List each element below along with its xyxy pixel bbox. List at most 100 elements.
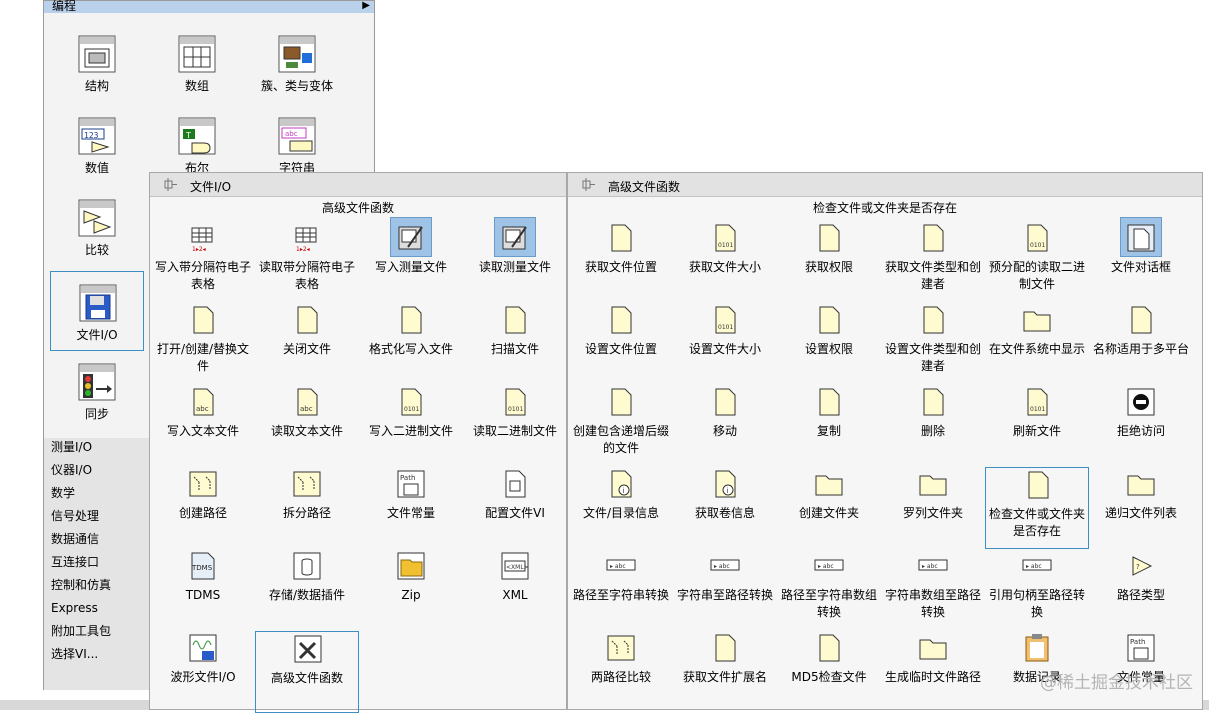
function-item[interactable]: 递归文件列表 — [1089, 467, 1193, 549]
function-item[interactable]: 删除 — [881, 385, 985, 467]
function-item[interactable]: 罗列文件夹 — [881, 467, 985, 549]
function-item[interactable]: 关闭文件 — [255, 303, 359, 385]
function-item[interactable]: 生成临时文件路径 — [881, 631, 985, 713]
function-item[interactable]: 获取文件类型和创建者 — [881, 221, 985, 303]
function-label: 字符串至路径转换 — [676, 588, 773, 602]
function-item[interactable]: TDMS TDMS — [151, 549, 255, 631]
function-item[interactable]: 高级文件函数 — [255, 631, 359, 713]
function-item[interactable]: 1▸2◂ 读取带分隔符电子表格 — [255, 221, 359, 303]
function-item[interactable]: 0101 读取二进制文件 — [463, 385, 567, 467]
function-item[interactable]: 0101 写入二进制文件 — [359, 385, 463, 467]
svg-text:abc: abc — [300, 405, 313, 413]
function-item[interactable]: ▸ abc 引用句柄至路径转换 — [985, 549, 1089, 631]
function-item[interactable]: Zip — [359, 549, 463, 631]
function-item[interactable]: 1▸2◂ 写入带分隔符电子表格 — [151, 221, 255, 303]
function-label: 获取文件大小 — [688, 260, 761, 274]
function-item[interactable]: 0101 刷新文件 — [985, 385, 1089, 467]
function-item[interactable]: 扫描文件 — [463, 303, 567, 385]
palette-item-cluster[interactable]: 簇、类与变体 — [250, 23, 344, 103]
function-item[interactable]: i 文件/目录信息 — [569, 467, 673, 549]
function-item[interactable]: 检查文件或文件夹是否存在 — [985, 467, 1089, 549]
file-io-palette-header[interactable]: 文件I/O — [150, 173, 566, 197]
function-item[interactable]: 设置权限 — [777, 303, 881, 385]
function-icon — [293, 552, 321, 580]
function-item[interactable]: 0101 设置文件大小 — [673, 303, 777, 385]
palette-item-structure[interactable]: 结构 — [50, 23, 144, 103]
palette-item-sync[interactable]: 同步 — [50, 351, 144, 431]
function-icon — [401, 306, 422, 334]
function-icon — [1131, 306, 1152, 334]
function-item[interactable]: 创建路径 — [151, 467, 255, 549]
function-item[interactable]: 文件对话框 — [1089, 217, 1193, 303]
function-item[interactable]: 写入测量文件 — [359, 217, 463, 303]
function-item[interactable]: <XML> XML — [463, 549, 567, 631]
function-label: 扫描文件 — [490, 342, 539, 356]
advanced-palette-header[interactable]: 高级文件函数 — [568, 173, 1202, 197]
function-label: 在文件系统中显示 — [988, 342, 1085, 356]
palette-item-numeric[interactable]: 123 数值 — [50, 105, 144, 185]
function-item[interactable]: 打开/创建/替换文件 — [151, 303, 255, 385]
cluster-icon — [278, 35, 316, 73]
pin-icon[interactable] — [164, 178, 178, 191]
category-item[interactable]: 控制和仿真 — [44, 576, 151, 599]
function-item[interactable]: 移动 — [673, 385, 777, 467]
function-item[interactable]: 0101 获取文件大小 — [673, 221, 777, 303]
function-item[interactable]: 名称适用于多平台 — [1089, 303, 1193, 385]
function-icon — [293, 471, 321, 497]
category-item[interactable]: 选择VI... — [44, 645, 151, 668]
function-item[interactable]: 复制 — [777, 385, 881, 467]
function-icon: 0101 — [1027, 388, 1048, 416]
function-item[interactable]: 设置文件类型和创建者 — [881, 303, 985, 385]
svg-text:1▸2◂: 1▸2◂ — [192, 246, 206, 253]
function-item[interactable]: 波形文件I/O — [151, 631, 255, 713]
category-item[interactable]: Express — [44, 599, 151, 622]
function-item[interactable]: 创建包含递增后缀的文件 — [569, 385, 673, 467]
function-item[interactable]: 获取文件位置 — [569, 221, 673, 303]
function-item[interactable]: 拒绝访问 — [1089, 385, 1193, 467]
function-item[interactable]: ▸ abc 路径至字符串转换 — [569, 549, 673, 631]
function-item[interactable]: ▸ abc 路径至字符串数组转换 — [777, 549, 881, 631]
function-label: 获取文件位置 — [584, 260, 657, 274]
category-item[interactable]: 互连接口 — [44, 553, 151, 576]
function-item[interactable]: abc 写入文本文件 — [151, 385, 255, 467]
pin-icon[interactable] — [582, 178, 596, 191]
watermark: @稀土掘金技术社区 — [1040, 673, 1193, 693]
palette-item-file-io[interactable]: 文件I/O — [50, 271, 144, 351]
svg-text:abc: abc — [285, 130, 298, 138]
category-item[interactable]: 附加工具包 — [44, 622, 151, 645]
function-item[interactable]: 配置文件VI — [463, 467, 567, 549]
function-item[interactable]: 格式化写入文件 — [359, 303, 463, 385]
category-item[interactable]: 数据通信 — [44, 530, 151, 553]
function-item[interactable]: 拆分路径 — [255, 467, 359, 549]
function-icon: 0101 — [505, 388, 526, 416]
svg-text:i: i — [727, 487, 729, 495]
function-item[interactable]: i 获取卷信息 — [673, 467, 777, 549]
function-item[interactable]: 两路径比较 — [569, 631, 673, 713]
function-item[interactable]: abc 读取文本文件 — [255, 385, 359, 467]
function-item[interactable]: 获取权限 — [777, 221, 881, 303]
function-item[interactable]: ? 路径类型 — [1089, 549, 1193, 631]
category-item[interactable]: 仪器I/O — [44, 461, 151, 484]
panel-hover-subtitle: 高级文件函数 — [321, 201, 394, 215]
function-item[interactable]: MD5检查文件 — [777, 631, 881, 713]
function-item[interactable]: Path 文件常量 — [359, 467, 463, 549]
svg-text:abc: abc — [196, 405, 209, 413]
palette-header[interactable]: 编程 ▶ — [44, 0, 374, 13]
palette-item-array[interactable]: 数组 — [150, 23, 244, 103]
function-item[interactable]: 获取文件扩展名 — [673, 631, 777, 713]
function-item[interactable]: 创建文件夹 — [777, 467, 881, 549]
function-item[interactable]: 读取测量文件 — [463, 217, 567, 303]
function-item[interactable]: ▸ abc 字符串至路径转换 — [673, 549, 777, 631]
function-label: 获取文件类型和创建者 — [884, 260, 981, 291]
function-item[interactable]: 设置文件位置 — [569, 303, 673, 385]
category-item[interactable]: 测量I/O — [44, 438, 151, 461]
function-item[interactable]: ▸ abc 字符串数组至路径转换 — [881, 549, 985, 631]
function-label: 配置文件VI — [485, 506, 545, 520]
function-item[interactable]: 在文件系统中显示 — [985, 303, 1089, 385]
category-item[interactable]: 信号处理 — [44, 507, 151, 530]
palette-item-comparison[interactable]: 比较 — [50, 187, 144, 267]
function-item[interactable]: 0101 预分配的读取二进制文件 — [985, 221, 1089, 303]
submenu-arrow-icon[interactable]: ▶ — [362, 0, 370, 11]
category-item[interactable]: 数学 — [44, 484, 151, 507]
function-item[interactable]: 存储/数据插件 — [255, 549, 359, 631]
